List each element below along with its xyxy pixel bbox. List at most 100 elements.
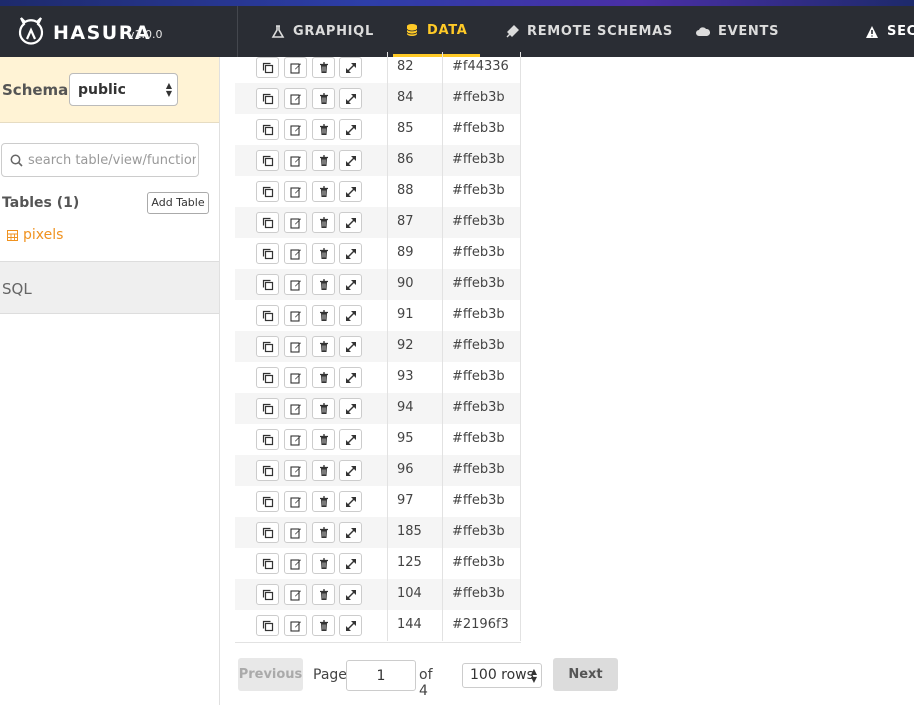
delete-row-button[interactable] xyxy=(312,336,335,357)
grid-bottom-border xyxy=(235,642,521,643)
edit-row-button[interactable] xyxy=(284,119,307,140)
edit-row-button[interactable] xyxy=(284,522,307,543)
edit-row-button[interactable] xyxy=(284,212,307,233)
delete-row-button[interactable] xyxy=(312,367,335,388)
expand-row-button[interactable] xyxy=(339,367,362,388)
nav-tab-security[interactable]: SECU xyxy=(865,6,914,57)
delete-row-button[interactable] xyxy=(312,491,335,512)
clone-row-button[interactable] xyxy=(256,243,279,264)
table-search-input[interactable] xyxy=(28,144,196,176)
edit-row-button[interactable] xyxy=(284,491,307,512)
data-grid: 82 #f44336 84 #ffeb3b 85 #ffeb3b 86 #ffeb3b 88 #f… xyxy=(235,52,521,641)
delete-row-button[interactable] xyxy=(312,243,335,264)
delete-row-button[interactable] xyxy=(312,150,335,171)
expand-row-button[interactable] xyxy=(339,88,362,109)
previous-page-button[interactable]: Previous xyxy=(238,658,303,691)
expand-row-button[interactable] xyxy=(339,398,362,419)
edit-row-button[interactable] xyxy=(284,181,307,202)
delete-row-button[interactable] xyxy=(312,615,335,636)
clone-row-button[interactable] xyxy=(256,181,279,202)
edit-icon xyxy=(289,341,301,353)
expand-row-button[interactable] xyxy=(339,274,362,295)
clone-row-button[interactable] xyxy=(256,584,279,605)
clone-row-button[interactable] xyxy=(256,119,279,140)
brand-area[interactable]: HASURA v1.0.0 xyxy=(0,6,238,57)
rows-per-page-select[interactable]: 100 rows ▲ ▼ xyxy=(462,663,542,688)
expand-row-button[interactable] xyxy=(339,181,362,202)
schema-select[interactable]: public ▲ ▼ xyxy=(69,73,178,106)
delete-row-button[interactable] xyxy=(312,119,335,140)
delete-row-button[interactable] xyxy=(312,274,335,295)
clone-row-button[interactable] xyxy=(256,429,279,450)
clone-row-button[interactable] xyxy=(256,615,279,636)
clone-row-button[interactable] xyxy=(256,367,279,388)
row-actions-cell xyxy=(235,114,388,145)
delete-row-button[interactable] xyxy=(312,553,335,574)
expand-row-button[interactable] xyxy=(339,491,362,512)
edit-row-button[interactable] xyxy=(284,553,307,574)
expand-row-button[interactable] xyxy=(339,119,362,140)
clone-row-button[interactable] xyxy=(256,398,279,419)
next-page-button[interactable]: Next xyxy=(553,658,618,691)
clone-row-button[interactable] xyxy=(256,460,279,481)
edit-row-button[interactable] xyxy=(284,305,307,326)
edit-row-button[interactable] xyxy=(284,615,307,636)
expand-row-button[interactable] xyxy=(339,460,362,481)
clone-row-button[interactable] xyxy=(256,88,279,109)
clone-row-button[interactable] xyxy=(256,336,279,357)
clone-row-button[interactable] xyxy=(256,491,279,512)
clone-row-button[interactable] xyxy=(256,522,279,543)
table-row: 96 #ffeb3b xyxy=(235,455,521,486)
expand-row-button[interactable] xyxy=(339,212,362,233)
nav-tab-graphiql[interactable]: GRAPHIQL xyxy=(271,6,374,57)
add-table-button[interactable]: Add Table xyxy=(147,192,209,214)
delete-row-button[interactable] xyxy=(312,181,335,202)
edit-row-button[interactable] xyxy=(284,584,307,605)
edit-icon xyxy=(289,403,301,415)
trash-icon xyxy=(319,247,328,259)
expand-row-button[interactable] xyxy=(339,522,362,543)
expand-row-button[interactable] xyxy=(339,305,362,326)
clone-row-button[interactable] xyxy=(256,274,279,295)
delete-row-button[interactable] xyxy=(312,398,335,419)
clone-row-button[interactable] xyxy=(256,553,279,574)
sidebar-item-sql[interactable]: SQL xyxy=(0,261,219,314)
expand-row-button[interactable] xyxy=(339,615,362,636)
expand-row-button[interactable] xyxy=(339,553,362,574)
edit-row-button[interactable] xyxy=(284,398,307,419)
expand-row-button[interactable] xyxy=(339,57,362,78)
edit-row-button[interactable] xyxy=(284,150,307,171)
edit-row-button[interactable] xyxy=(284,57,307,78)
edit-row-button[interactable] xyxy=(284,88,307,109)
expand-row-button[interactable] xyxy=(339,584,362,605)
delete-row-button[interactable] xyxy=(312,305,335,326)
expand-row-button[interactable] xyxy=(339,243,362,264)
edit-row-button[interactable] xyxy=(284,429,307,450)
expand-row-button[interactable] xyxy=(339,150,362,171)
expand-row-button[interactable] xyxy=(339,429,362,450)
delete-row-button[interactable] xyxy=(312,429,335,450)
nav-tab-data[interactable]: DATA xyxy=(393,6,480,57)
clone-row-button[interactable] xyxy=(256,305,279,326)
edit-row-button[interactable] xyxy=(284,274,307,295)
clone-row-button[interactable] xyxy=(256,150,279,171)
delete-row-button[interactable] xyxy=(312,584,335,605)
delete-row-button[interactable] xyxy=(312,522,335,543)
edit-row-button[interactable] xyxy=(284,367,307,388)
expand-row-button[interactable] xyxy=(339,336,362,357)
clone-row-button[interactable] xyxy=(256,212,279,233)
page-number-input[interactable] xyxy=(346,660,416,691)
edit-row-button[interactable] xyxy=(284,336,307,357)
clone-row-button[interactable] xyxy=(256,57,279,78)
sidebar-item-pixels[interactable]: pixels xyxy=(7,227,63,243)
delete-row-button[interactable] xyxy=(312,88,335,109)
trash-icon xyxy=(319,123,328,135)
delete-row-button[interactable] xyxy=(312,212,335,233)
delete-row-button[interactable] xyxy=(312,460,335,481)
nav-tab-events[interactable]: EVENTS xyxy=(696,6,779,57)
nav-tab-remote-schemas[interactable]: REMOTE SCHEMAS xyxy=(505,6,673,57)
delete-row-button[interactable] xyxy=(312,57,335,78)
table-row: 86 #ffeb3b xyxy=(235,145,521,176)
edit-row-button[interactable] xyxy=(284,460,307,481)
edit-row-button[interactable] xyxy=(284,243,307,264)
